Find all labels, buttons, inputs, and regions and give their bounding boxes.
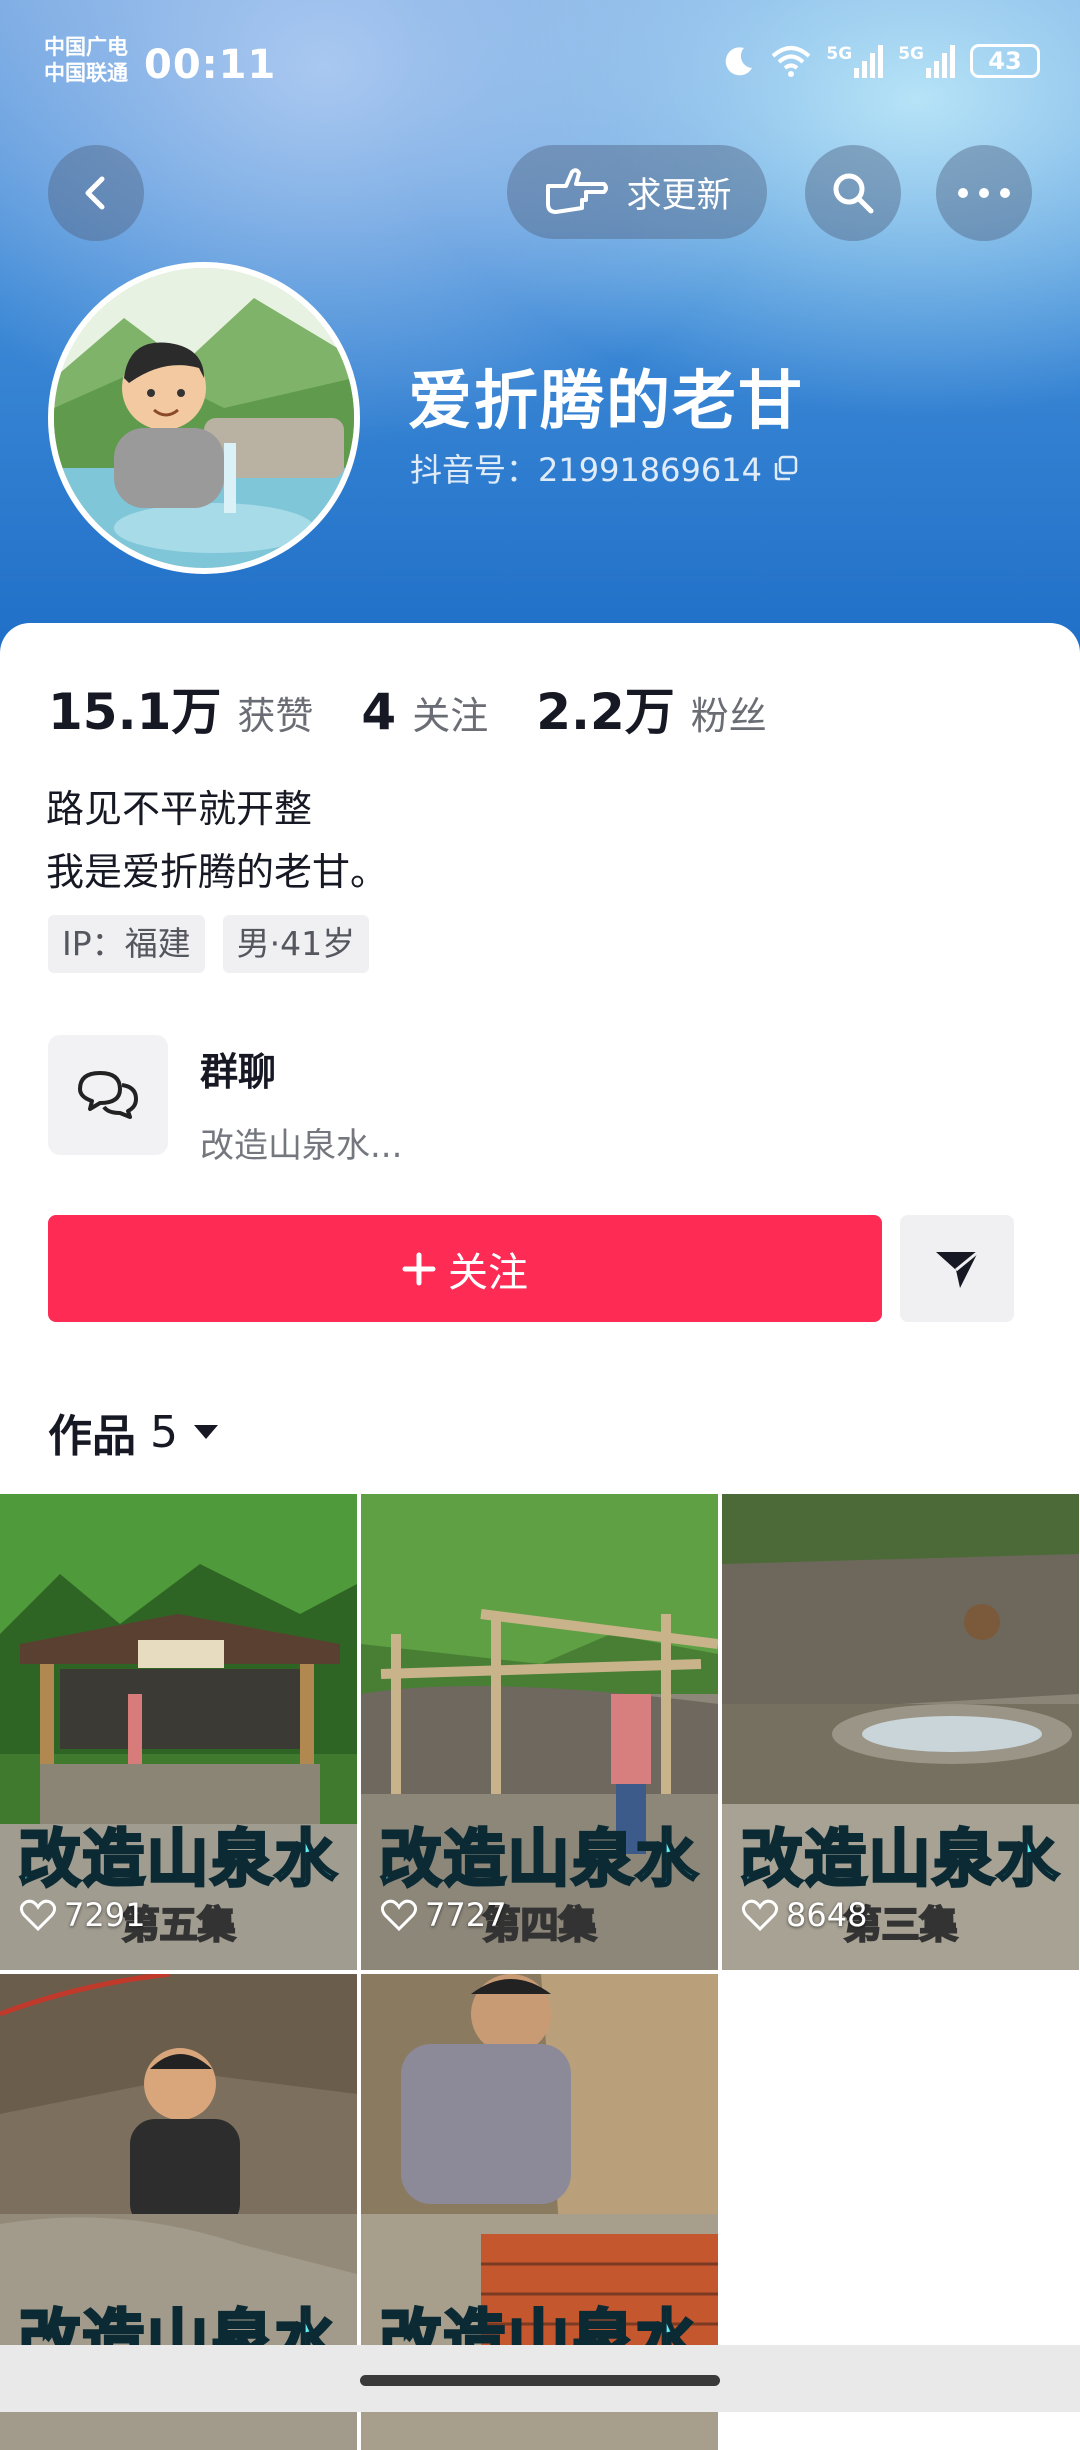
tag-ip-location: IP：福建 xyxy=(48,915,205,973)
plus-icon xyxy=(402,1252,436,1285)
group-chat-subtitle: 改造山泉水... xyxy=(200,1126,403,1166)
signal-1-icon: 5G xyxy=(826,44,884,78)
bio-line-1: 路见不平就开整 xyxy=(46,787,313,831)
video-likes-count: 7291 xyxy=(64,1896,146,1934)
search-button[interactable] xyxy=(805,145,901,241)
heart-icon xyxy=(742,1899,778,1931)
battery-indicator: 43 xyxy=(970,44,1040,78)
search-icon xyxy=(833,173,874,214)
followers-count[interactable]: 2.2万 xyxy=(536,672,675,744)
home-indicator[interactable] xyxy=(360,2375,720,2386)
video-likes-count: 8648 xyxy=(786,1896,868,1934)
works-label: 作品 xyxy=(48,1411,136,1462)
copy-icon[interactable] xyxy=(772,455,798,481)
account-id-text: 抖音号：21991869614 xyxy=(410,451,762,489)
request-update-button[interactable]: 求更新 xyxy=(507,145,767,239)
follow-button[interactable]: 关注 xyxy=(48,1215,882,1322)
share-button[interactable] xyxy=(900,1215,1014,1322)
signal-1-label: 5G xyxy=(826,44,853,64)
more-button[interactable] xyxy=(936,145,1032,241)
heart-icon xyxy=(20,1899,56,1931)
bio: 路见不平就开整 我是爱折腾的老甘。 xyxy=(46,778,388,904)
carrier-2: 中国联通 xyxy=(44,61,128,85)
profile-name: 爱折腾的老甘 xyxy=(408,365,804,439)
profile-tags: IP：福建 男·41岁 xyxy=(48,915,370,973)
heart-icon xyxy=(381,1899,417,1931)
status-icons: 5G 5G 43 xyxy=(722,44,1040,78)
following-label: 关注 xyxy=(412,694,489,738)
status-bar: 中国广电 中国联通 00:11 5G 5G 43 xyxy=(44,34,1040,104)
caret-down-icon xyxy=(194,1425,218,1439)
signal-2-label: 5G xyxy=(898,44,924,64)
wifi-icon xyxy=(772,46,811,77)
follow-label: 关注 xyxy=(448,1249,528,1296)
signal-2-icon: 5G xyxy=(898,44,956,78)
clock: 00:11 xyxy=(144,42,277,88)
avatar[interactable] xyxy=(48,262,360,574)
video-title: 改造山泉水 xyxy=(17,1821,339,1897)
video-likes: 7727 xyxy=(381,1896,506,1934)
video-likes: 8648 xyxy=(742,1896,867,1934)
tag-gender-age: 男·41岁 xyxy=(222,915,370,973)
group-chat-entry[interactable]: 群聊 改造山泉水... xyxy=(48,1035,402,1167)
followers-label: 粉丝 xyxy=(690,694,767,738)
more-dots-icon xyxy=(958,188,1010,198)
bio-line-2: 我是爱折腾的老甘。 xyxy=(46,850,389,894)
carrier-1: 中国广电 xyxy=(44,35,128,59)
moon-icon xyxy=(726,47,753,76)
account-id: 抖音号：21991869614 xyxy=(410,445,798,491)
carrier-info: 中国广电 中国联通 xyxy=(44,34,128,86)
request-update-label: 求更新 xyxy=(626,175,732,216)
following-count[interactable]: 4 xyxy=(361,683,396,741)
video-title: 改造山泉水 xyxy=(378,1821,700,1897)
avatar-illustration xyxy=(54,268,354,568)
group-chat-title: 群聊 xyxy=(200,1050,277,1094)
likes-count[interactable]: 15.1万 xyxy=(48,672,221,744)
works-count: 5 xyxy=(150,1406,178,1458)
video-thumbnail[interactable]: 改造山泉水 第四集 7727 xyxy=(361,1494,718,1970)
likes-label: 获赞 xyxy=(237,694,314,738)
video-title: 改造山泉水 xyxy=(739,1821,1061,1897)
video-thumbnail[interactable]: 改造山泉水 第三集 8648 xyxy=(722,1494,1079,1970)
video-likes-count: 7727 xyxy=(425,1896,507,1934)
back-button[interactable] xyxy=(48,145,144,241)
send-icon xyxy=(936,1250,979,1288)
chat-bubble-icon xyxy=(78,1071,138,1119)
pointing-hand-icon xyxy=(546,168,609,214)
chevron-left-icon xyxy=(85,176,105,210)
group-chat-icon-box xyxy=(48,1035,168,1155)
video-thumbnail[interactable]: 改造山泉水 第五集 7291 xyxy=(0,1494,357,1970)
video-likes: 7291 xyxy=(20,1896,145,1934)
profile-stats: 15.1万 获赞 4 关注 2.2万 粉丝 xyxy=(48,672,815,744)
works-tab[interactable]: 作品 5 xyxy=(48,1400,220,1464)
